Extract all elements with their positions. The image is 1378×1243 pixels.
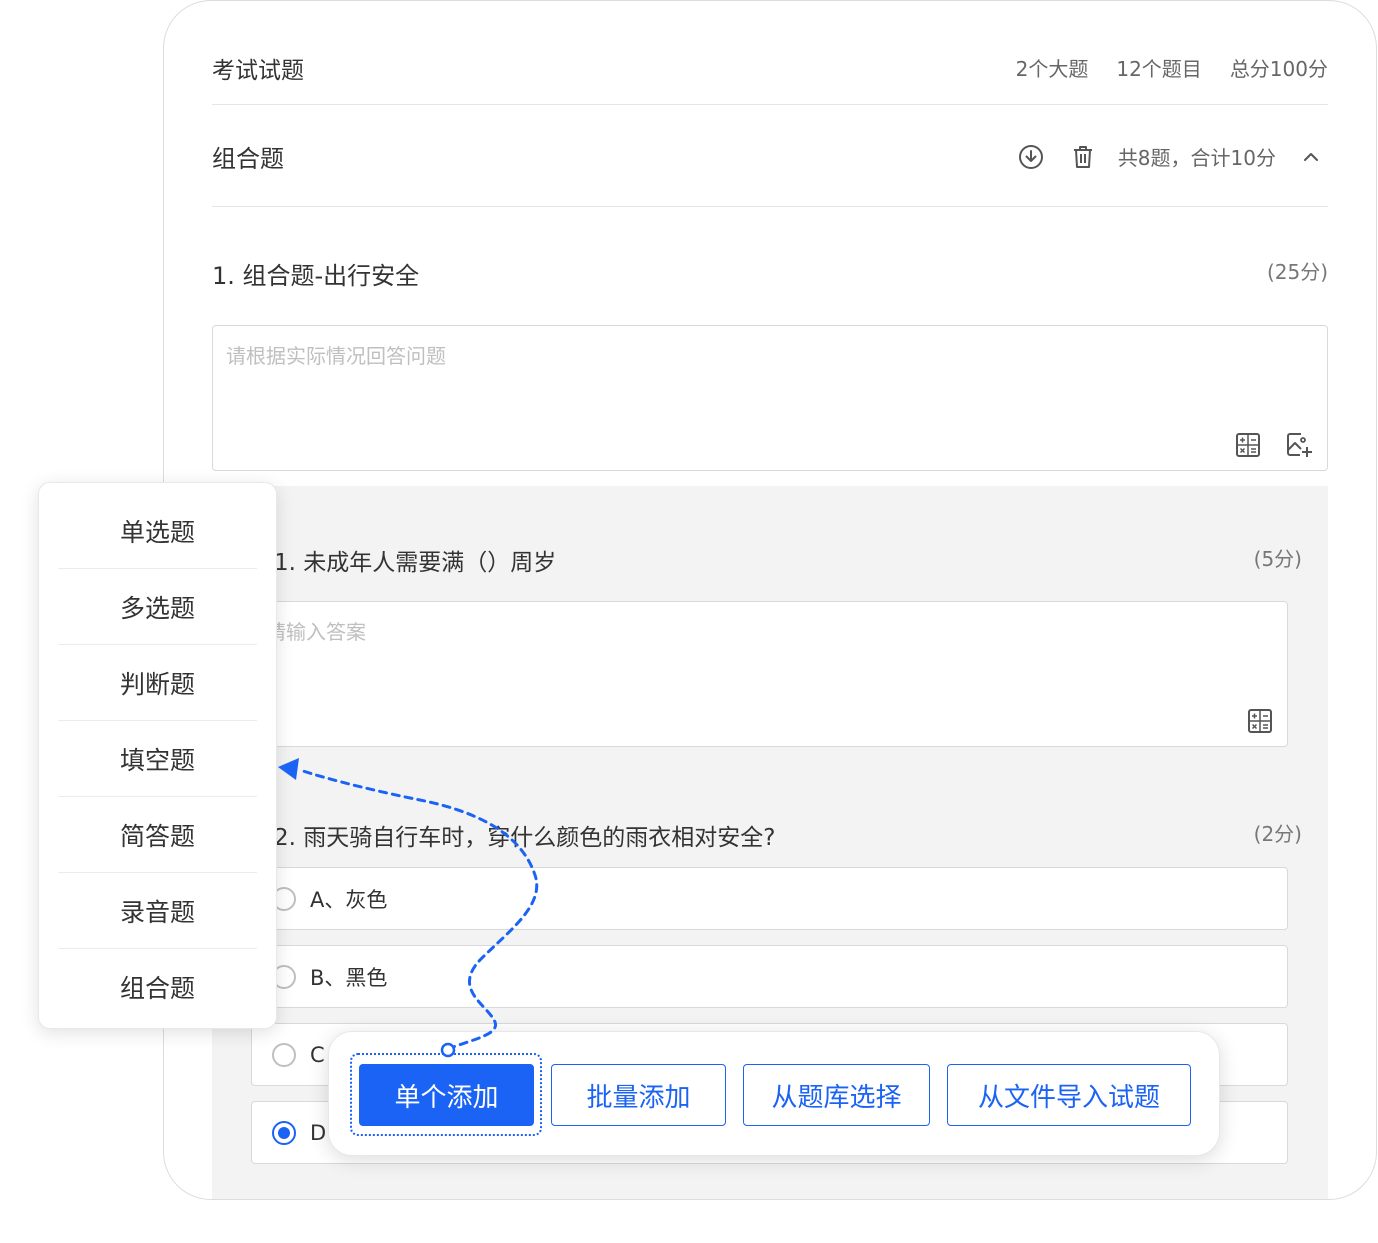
question-title-row: 1. 组合题-出行安全 (25分) (212, 256, 1328, 291)
dropdown-item-short-answer[interactable]: 简答题 (58, 797, 257, 873)
sub-question-2-title: 2. 雨天骑自行车时，穿什么颜色的雨衣相对安全? (274, 825, 776, 851)
sub-question-2-title-row: 2. 雨天骑自行车时，穿什么颜色的雨衣相对安全? (2分) (274, 818, 1302, 852)
dropdown-item-fill-blank[interactable]: 填空题 (58, 721, 257, 797)
formula-icon[interactable] (1231, 428, 1265, 462)
import-from-file-button[interactable]: 从文件导入试题 (947, 1064, 1191, 1126)
sub-question-1-placeholder: 请输入答案 (266, 620, 366, 644)
question-title: 1. 组合题-出行安全 (212, 262, 420, 290)
single-add-button[interactable]: 单个添加 (359, 1064, 534, 1126)
textarea-tools (1231, 428, 1317, 462)
option-d-radio[interactable] (272, 1120, 296, 1145)
exam-card: 考试试题 2个大题 12个题目 总分100分 组合题 共8题，合计10分 1. … (163, 0, 1377, 1200)
sub-question-1-title-row: 1. 未成年人需要满（）周岁 (5分) (274, 543, 1302, 577)
question-type-dropdown: 单选题 多选题 判断题 填空题 简答题 录音题 组合题 (38, 482, 277, 1029)
stat-question-count: 12个题目 (1116, 57, 1202, 81)
dropdown-item-multiple-choice[interactable]: 多选题 (58, 569, 257, 645)
question-placeholder: 请根据实际情况回答问题 (226, 344, 446, 368)
exam-header: 考试试题 2个大题 12个题目 总分100分 (212, 31, 1328, 105)
sub-answer-tools (1243, 704, 1277, 738)
chevron-up-icon[interactable] (1294, 140, 1328, 174)
exam-stats: 2个大题 12个题目 总分100分 (1016, 53, 1328, 82)
section-actions: 共8题，合计10分 (1014, 140, 1328, 174)
option-b-label: B、黑色 (310, 965, 388, 990)
option-d-label: D (310, 1120, 327, 1145)
dropdown-item-composite[interactable]: 组合题 (58, 949, 257, 1025)
option-c-radio[interactable] (272, 1042, 296, 1067)
option-c-label: C (310, 1042, 325, 1067)
stat-total-score: 总分100分 (1229, 57, 1328, 81)
download-circle-icon[interactable] (1014, 140, 1048, 174)
dropdown-item-single-choice[interactable]: 单选题 (58, 493, 257, 569)
dropdown-item-recording[interactable]: 录音题 (58, 873, 257, 949)
option-a[interactable]: A、灰色 (251, 867, 1288, 930)
sub-question-1-title: 1. 未成年人需要满（）周岁 (274, 550, 557, 576)
add-question-toolbar: 单个添加 批量添加 从题库选择 从文件导入试题 (328, 1031, 1220, 1156)
select-from-bank-button[interactable]: 从题库选择 (743, 1064, 930, 1126)
sub-question-2-score: (2分) (1253, 822, 1302, 846)
section-header: 组合题 共8题，合计10分 (212, 107, 1328, 207)
question-score: (25分) (1266, 260, 1328, 284)
dropdown-item-true-false[interactable]: 判断题 (58, 645, 257, 721)
section-summary: 共8题，合计10分 (1117, 146, 1276, 170)
question-answer-textarea[interactable]: 请根据实际情况回答问题 (212, 325, 1328, 471)
add-image-icon[interactable] (1283, 428, 1317, 462)
exam-title: 考试试题 (212, 57, 304, 84)
option-b[interactable]: B、黑色 (251, 945, 1288, 1008)
sub-question-1-answer-input[interactable]: 请输入答案 (251, 601, 1288, 747)
stat-section-count: 2个大题 (1015, 57, 1089, 81)
formula-icon[interactable] (1243, 704, 1277, 738)
batch-add-button[interactable]: 批量添加 (551, 1064, 726, 1126)
section-title: 组合题 (212, 145, 284, 173)
option-a-label: A、灰色 (310, 887, 388, 912)
sub-question-1-score: (5分) (1253, 547, 1302, 571)
trash-icon[interactable] (1066, 140, 1100, 174)
